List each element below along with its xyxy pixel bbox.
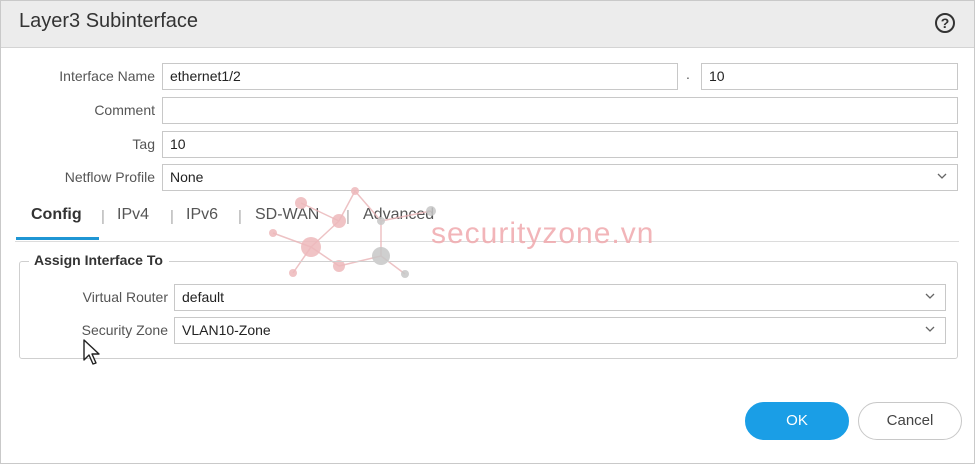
security-zone-value: VLAN10-Zone xyxy=(182,322,271,338)
interface-separator: . xyxy=(686,66,690,82)
tab-ipv6[interactable]: IPv6 xyxy=(186,206,218,224)
mouse-cursor-icon xyxy=(83,339,100,365)
dialog-titlebar: Layer3 Subinterface ? xyxy=(1,1,974,48)
tag-label: Tag xyxy=(132,136,155,152)
virtual-router-value: default xyxy=(182,289,225,305)
interface-name-label: Interface Name xyxy=(59,68,155,84)
chevron-down-icon xyxy=(925,326,935,332)
tab-config[interactable]: Config xyxy=(31,206,82,224)
virtual-router-select[interactable]: default xyxy=(174,284,946,311)
interface-name-input[interactable]: ethernet1/2 xyxy=(162,63,678,90)
chevron-down-icon xyxy=(937,173,947,179)
security-zone-select[interactable]: VLAN10-Zone xyxy=(174,317,946,344)
tab-divider: | xyxy=(101,208,105,225)
layer3-subinterface-dialog: Layer3 Subinterface ? Interface Name eth… xyxy=(0,0,975,464)
assign-interface-legend: Assign Interface To xyxy=(29,252,169,268)
active-tab-indicator xyxy=(16,237,99,240)
tab-divider: | xyxy=(170,208,174,225)
ok-button[interactable]: OK xyxy=(745,402,849,440)
cancel-button[interactable]: Cancel xyxy=(858,402,962,440)
subinterface-number-input[interactable]: 10 xyxy=(701,63,958,90)
chevron-down-icon xyxy=(925,293,935,299)
comment-input[interactable] xyxy=(162,97,958,124)
tab-ipv4[interactable]: IPv4 xyxy=(117,206,149,224)
netflow-profile-label: Netflow Profile xyxy=(64,169,155,185)
watermark-text: securityzone.vn xyxy=(431,217,655,250)
security-zone-label: Security Zone xyxy=(81,322,168,338)
tag-input[interactable]: 10 xyxy=(162,131,958,158)
netflow-profile-value: None xyxy=(170,169,204,185)
comment-label: Comment xyxy=(94,102,155,118)
tab-divider: | xyxy=(238,208,242,225)
virtual-router-label: Virtual Router xyxy=(82,289,168,305)
dialog-title: Layer3 Subinterface xyxy=(19,10,199,32)
help-icon[interactable]: ? xyxy=(935,13,955,33)
